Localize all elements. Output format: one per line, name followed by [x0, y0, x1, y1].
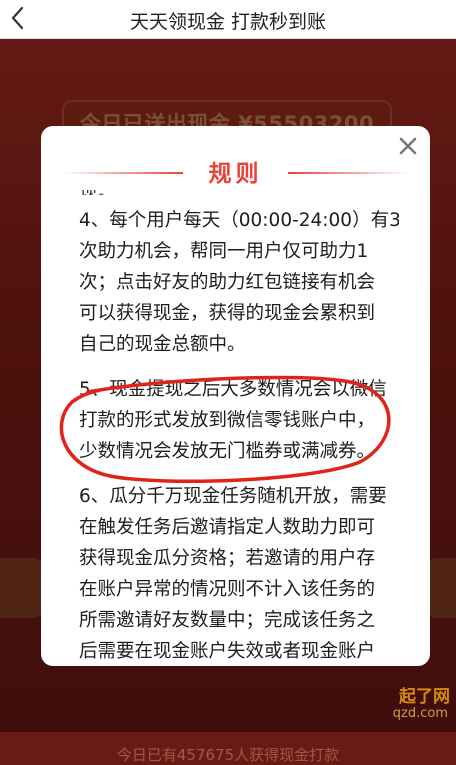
rule-spacer	[79, 360, 399, 374]
watermark-logo: 起了网	[399, 687, 450, 707]
rule-line: 少数情况会发放无门槛券或满减券。	[79, 441, 376, 462]
rule-line: 6、瓜分千万现金任务随机开放，需要	[79, 486, 387, 507]
rules-modal: 规则 现。 4、每个用户每天（00:00-24:00）有3 次助力机会，帮同一用…	[41, 126, 430, 666]
rule-line: 所需邀请好友数量中；完成该任务之	[79, 610, 376, 631]
rule-line: 后需要在现金账户失效或者现金账户	[79, 641, 376, 662]
rule-line: 可以获得现金，获得的现金会累积到	[79, 303, 376, 324]
rule-line: 4、每个用户每天（00:00-24:00）有3	[79, 210, 399, 231]
header-divider-right	[288, 172, 408, 174]
site-watermark: 起了网 qzd.com	[378, 680, 450, 728]
rule-line: 次；点击好友的助力红包链接有机会	[79, 272, 376, 293]
rule-item: 6、瓜分千万现金任务随机开放，需要 在触发任务后邀请指定人数助力即可 获得现金瓜…	[79, 481, 399, 664]
rules-scroll-area[interactable]: 现。 4、每个用户每天（00:00-24:00）有3 次助力机会，帮同一用户仅可…	[79, 190, 399, 664]
rule-item: 4、每个用户每天（00:00-24:00）有3 次助力机会，帮同一用户仅可助力1…	[79, 205, 399, 360]
watermark-domain: qzd.com	[392, 706, 448, 721]
rule-line: 在账户异常的情况则不计入该任务的	[79, 579, 376, 600]
rule-line: 次助力机会，帮同一用户仅可助力1	[79, 241, 369, 262]
previous-rule-fragment: 现。	[79, 190, 399, 195]
rule-line: 获得现金瓜分资格；若邀请的用户存	[79, 548, 376, 569]
rule-line: 5、现金提现之后大多数情况会以微信	[79, 379, 387, 400]
modal-title: 规则	[208, 161, 263, 187]
page-title: 天天领现金 打款秒到账	[129, 11, 327, 33]
rule-line: 在触发任务后邀请指定人数助力即可	[79, 517, 376, 538]
rule-item: 5、现金提现之后大多数情况会以微信 打款的形式发放到微信零钱账户中， 少数情况会…	[79, 374, 399, 467]
rule-line: 自己的现金总额中。	[79, 334, 246, 355]
modal-header: 规则	[41, 154, 430, 190]
top-nav-bar: 天天领现金 打款秒到账	[0, 0, 456, 39]
rule-spacer	[79, 467, 399, 481]
rule-line: 打款的形式发放到微信零钱账户中，	[79, 410, 376, 431]
cash-recipients-footer: 今日已有457675人获得现金打款	[116, 746, 340, 764]
